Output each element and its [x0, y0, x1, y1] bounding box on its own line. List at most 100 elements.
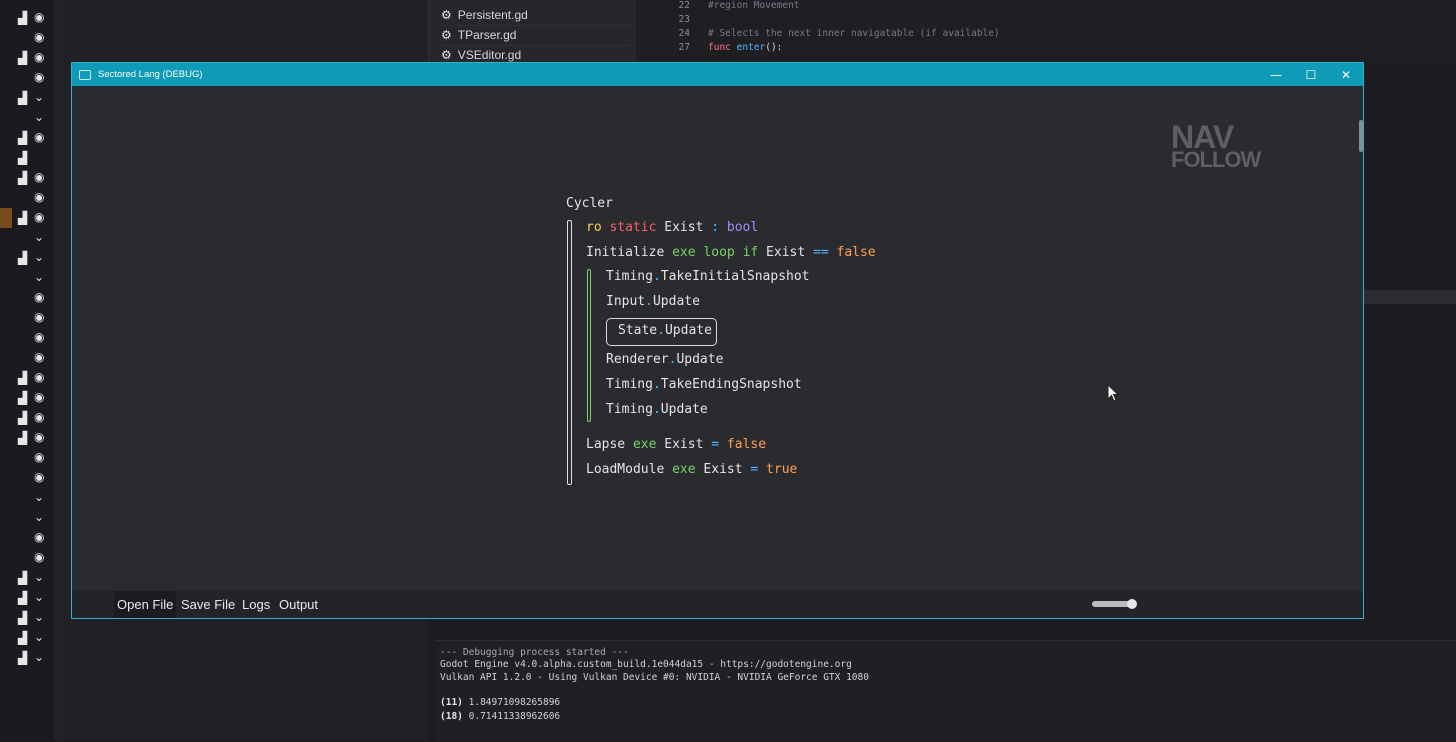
scene-tree-row[interactable]: ▟ ◉	[0, 8, 54, 28]
sector-name[interactable]: Cycler	[566, 196, 613, 211]
scene-tree-row[interactable]: ◉	[0, 188, 54, 208]
initialize-line[interactable]: Initialize exe loop if Exist == false	[586, 245, 876, 260]
eye-icon[interactable]: ◉	[34, 290, 44, 304]
scene-tree-row[interactable]: ◉	[0, 28, 54, 48]
script-icon[interactable]: ▟	[18, 651, 27, 665]
scene-tree-row[interactable]: ▟ ◉	[0, 408, 54, 428]
script-icon[interactable]: ▟	[18, 151, 27, 165]
call-line[interactable]: Renderer.Update	[606, 352, 723, 367]
scene-tree-row[interactable]: ▟ ◉	[0, 388, 54, 408]
logs-button[interactable]: Logs	[239, 591, 273, 618]
collapse-chevron-icon[interactable]: ⌄	[34, 630, 44, 644]
collapse-chevron-icon[interactable]: ⌄	[34, 230, 44, 244]
output-button[interactable]: Output	[276, 591, 321, 618]
zoom-slider-thumb[interactable]	[1126, 599, 1137, 609]
scene-tree-row[interactable]: ▟ ◉	[0, 128, 54, 148]
loadmodule-line[interactable]: LoadModule exe Exist = true	[586, 462, 797, 477]
eye-icon[interactable]: ◉	[34, 430, 44, 444]
scene-tree-row[interactable]: ▟ ◉	[0, 428, 54, 448]
script-icon[interactable]: ▟	[18, 251, 27, 265]
vertical-scrollbar[interactable]	[1359, 120, 1363, 152]
scene-tree-row[interactable]: ◉	[0, 68, 54, 88]
scene-tree-row[interactable]: ⌄	[0, 488, 54, 508]
script-icon[interactable]: ▟	[18, 131, 27, 145]
scene-tree-row[interactable]: ◉	[0, 288, 54, 308]
script-icon[interactable]: ▟	[18, 391, 27, 405]
collapse-chevron-icon[interactable]: ⌄	[34, 570, 44, 584]
scene-tree-row[interactable]: ⌄	[0, 508, 54, 528]
scene-tree-row[interactable]: ▟ ◉	[0, 168, 54, 188]
collapse-chevron-icon[interactable]: ⌄	[34, 90, 44, 104]
eye-icon[interactable]: ◉	[34, 50, 44, 64]
eye-icon[interactable]: ◉	[34, 310, 44, 324]
eye-icon[interactable]: ◉	[34, 210, 44, 224]
scene-tree-row[interactable]: ◉	[0, 348, 54, 368]
collapse-chevron-icon[interactable]: ⌄	[34, 270, 44, 284]
save-file-button[interactable]: Save File	[178, 591, 238, 618]
scene-tree-row[interactable]: ▟ ⌄	[0, 588, 54, 608]
script-icon[interactable]: ▟	[18, 431, 27, 445]
eye-icon[interactable]: ◉	[34, 30, 44, 44]
script-icon[interactable]: ▟	[18, 631, 27, 645]
scene-tree-row[interactable]: ▟ ◉	[0, 48, 54, 68]
scene-tree-row[interactable]: ▟	[0, 148, 54, 168]
eye-icon[interactable]: ◉	[34, 130, 44, 144]
eye-icon[interactable]: ◉	[34, 550, 44, 564]
eye-icon[interactable]: ◉	[34, 450, 44, 464]
script-icon[interactable]: ▟	[18, 91, 27, 105]
scene-tree-row[interactable]: ▟ ⌄	[0, 248, 54, 268]
collapse-chevron-icon[interactable]: ⌄	[34, 510, 44, 524]
open-file-button[interactable]: Open File	[114, 591, 177, 618]
call-line[interactable]: Input.Update	[606, 294, 700, 309]
collapse-chevron-icon[interactable]: ⌄	[34, 490, 44, 504]
script-icon[interactable]: ▟	[18, 571, 27, 585]
minimize-button[interactable]: —	[1259, 63, 1293, 86]
collapse-chevron-icon[interactable]: ⌄	[34, 250, 44, 264]
script-icon[interactable]: ▟	[18, 211, 27, 225]
collapse-chevron-icon[interactable]: ⌄	[34, 610, 44, 624]
scene-tree-row[interactable]: ▟ ⌄	[0, 88, 54, 108]
scene-tree-row[interactable]: ▟ ◉	[0, 368, 54, 388]
eye-icon[interactable]: ◉	[34, 410, 44, 424]
eye-icon[interactable]: ◉	[34, 350, 44, 364]
scene-tree-row[interactable]: ▟ ⌄	[0, 648, 54, 668]
scene-tree-row[interactable]: ◉	[0, 468, 54, 488]
scene-tree-row[interactable]: ▟ ⌄	[0, 568, 54, 588]
collapse-chevron-icon[interactable]: ⌄	[34, 110, 44, 124]
scene-tree-row[interactable]: ◉	[0, 328, 54, 348]
script-icon[interactable]: ▟	[18, 371, 27, 385]
scene-tree-row[interactable]: ⌄	[0, 228, 54, 248]
file-item[interactable]: ⚙ TParser.gd	[441, 25, 629, 46]
call-line-selected[interactable]: State.Update	[618, 323, 712, 338]
eye-icon[interactable]: ◉	[34, 70, 44, 84]
maximize-button[interactable]: ☐	[1294, 63, 1328, 86]
close-button[interactable]: ✕	[1329, 63, 1363, 86]
scene-tree-row[interactable]: ▟ ⌄	[0, 628, 54, 648]
collapse-chevron-icon[interactable]: ⌄	[34, 650, 44, 664]
eye-icon[interactable]: ◉	[34, 170, 44, 184]
scene-tree-row[interactable]: ▟ ◉	[0, 208, 54, 228]
window-titlebar[interactable]: Sectored Lang (DEBUG) — ☐ ✕	[72, 63, 1363, 86]
declaration-line[interactable]: ro static Exist : bool	[586, 220, 758, 235]
scene-tree-row[interactable]: ◉	[0, 308, 54, 328]
eye-icon[interactable]: ◉	[34, 10, 44, 24]
lapse-line[interactable]: Lapse exe Exist = false	[586, 437, 766, 452]
call-line[interactable]: Timing.TakeEndingSnapshot	[606, 377, 802, 392]
scene-tree-row[interactable]: ◉	[0, 548, 54, 568]
call-line[interactable]: Timing.Update	[606, 402, 708, 417]
script-icon[interactable]: ▟	[18, 11, 27, 25]
script-icon[interactable]: ▟	[18, 171, 27, 185]
script-icon[interactable]: ▟	[18, 611, 27, 625]
eye-icon[interactable]: ◉	[34, 390, 44, 404]
scene-tree-row[interactable]: ⌄	[0, 108, 54, 128]
script-icon[interactable]: ▟	[18, 591, 27, 605]
scene-tree-row[interactable]: ◉	[0, 528, 54, 548]
script-editor[interactable]: 22 #region Movement 23 24 # Selects the ne…	[636, 0, 1456, 62]
eye-icon[interactable]: ◉	[34, 190, 44, 204]
file-item[interactable]: ⚙ Persistent.gd	[441, 5, 629, 26]
eye-icon[interactable]: ◉	[34, 370, 44, 384]
eye-icon[interactable]: ◉	[34, 530, 44, 544]
eye-icon[interactable]: ◉	[34, 470, 44, 484]
script-icon[interactable]: ▟	[18, 411, 27, 425]
call-line[interactable]: Timing.TakeInitialSnapshot	[606, 269, 810, 284]
